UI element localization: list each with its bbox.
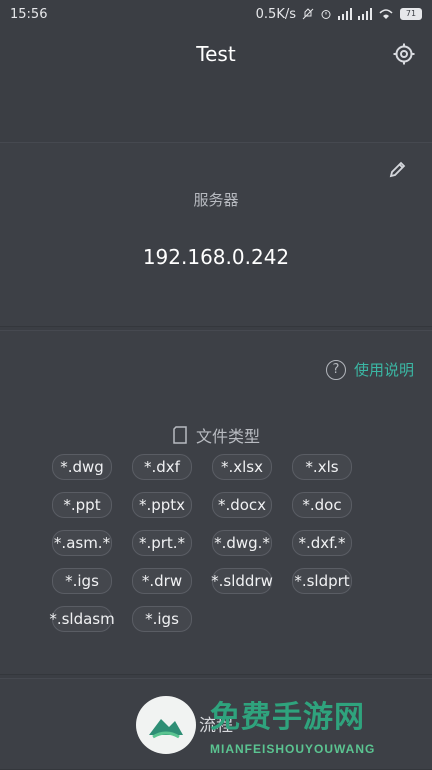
file-type-chip[interactable]: *.docx — [212, 492, 272, 518]
file-type-chip[interactable]: *.dwg — [52, 454, 112, 480]
server-address[interactable]: 192.168.0.242 — [0, 245, 432, 269]
watermark-subtext: MIANFEISHOUYOUWANG — [210, 742, 376, 756]
help-link[interactable]: ? 使用说明 — [325, 359, 414, 380]
status-right: 0.5K/s 71 — [256, 7, 422, 22]
file-type-chip[interactable]: *.dxf — [132, 454, 192, 480]
file-type-chip[interactable]: *.xlsx — [212, 454, 272, 480]
gear-icon[interactable] — [392, 42, 416, 66]
network-speed: 0.5K/s — [255, 6, 296, 22]
server-label: 服务器 — [193, 191, 239, 209]
silent-icon — [302, 8, 314, 20]
file-type-chip[interactable]: *.sldasm — [49, 606, 115, 632]
battery-indicator: 71 — [400, 8, 422, 20]
file-type-chip[interactable]: *.dxf.* — [292, 530, 352, 556]
watermark: 免费手游网 MIANFEISHOUYOUWANG — [136, 690, 426, 764]
file-type-chip[interactable]: *.dwg.* — [212, 530, 272, 556]
file-type-chip[interactable]: *.pptx — [132, 492, 192, 518]
watermark-logo-icon — [136, 696, 196, 754]
wifi-icon — [379, 9, 393, 19]
file-types-grid: *.dwg *.dxf *.xlsx *.xls *.ppt *.pptx *.… — [49, 454, 372, 632]
question-circle-icon: ? — [325, 359, 346, 380]
file-type-chip[interactable]: *.sldprt — [292, 568, 352, 594]
help-label: 使用说明 — [353, 361, 414, 379]
file-type-chip[interactable]: *.slddrw — [211, 568, 273, 594]
file-type-chip[interactable]: *.xls — [292, 454, 352, 480]
file-icon — [173, 426, 187, 444]
signal-icon-2 — [358, 8, 372, 20]
status-time: 15:56 — [10, 6, 48, 22]
file-type-chip[interactable]: *.prt.* — [132, 530, 192, 556]
watermark-text: 免费手游网 — [210, 700, 365, 735]
page-title: Test — [196, 42, 236, 66]
file-types-label: 文件类型 — [195, 427, 260, 446]
file-type-chip[interactable]: *.igs — [52, 568, 112, 594]
file-type-chip[interactable]: *.asm.* — [52, 530, 112, 556]
file-types-card: ? 使用说明 文件类型 *.dwg *.dxf *.xlsx *.xls *.p… — [0, 330, 432, 675]
app-header: Test — [0, 28, 432, 138]
file-type-chip[interactable]: *.drw — [132, 568, 192, 594]
file-type-chip[interactable]: *.igs — [132, 606, 192, 632]
file-type-chip[interactable]: *.ppt — [52, 492, 112, 518]
server-card: 服务器 192.168.0.242 — [0, 142, 432, 327]
signal-icon — [338, 8, 352, 20]
alarm-icon — [321, 10, 331, 19]
file-type-chip[interactable]: *.doc — [292, 492, 352, 518]
status-bar: 15:56 0.5K/s 71 — [0, 0, 432, 28]
pencil-icon[interactable] — [388, 159, 408, 179]
file-types-title: 文件类型 — [0, 423, 432, 447]
